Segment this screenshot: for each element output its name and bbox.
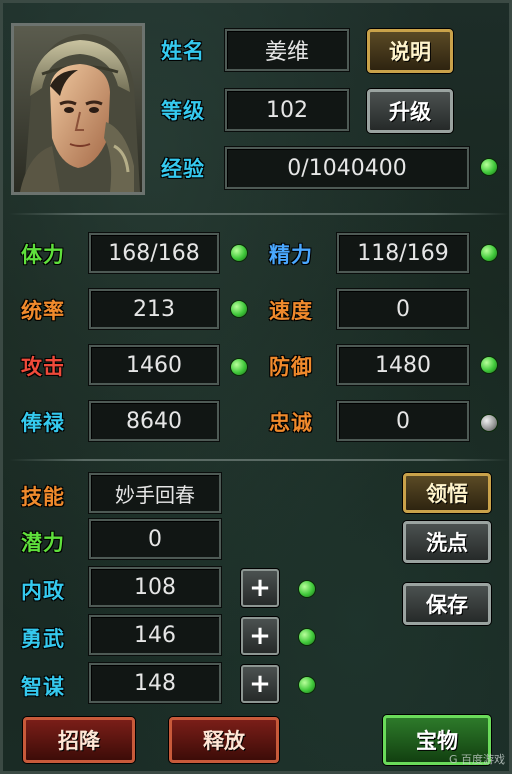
name-label: 姓名 bbox=[161, 39, 205, 63]
command-label: 统率 bbox=[21, 299, 65, 323]
skill-label: 技能 bbox=[21, 485, 65, 509]
attack-value: 1460 bbox=[89, 345, 219, 385]
watermark: G 百度游戏 bbox=[449, 753, 506, 766]
spirit-label: 精力 bbox=[269, 243, 313, 267]
comprehend-button[interactable]: 领悟 bbox=[403, 473, 491, 513]
exp-value: 0/1040400 bbox=[225, 147, 469, 189]
defense-label: 防御 bbox=[269, 355, 313, 379]
info-button[interactable]: 说明 bbox=[367, 29, 453, 73]
wisdom-plus-button[interactable]: + bbox=[241, 665, 279, 703]
green-dot-icon[interactable] bbox=[231, 245, 247, 261]
green-dot-icon[interactable] bbox=[299, 581, 315, 597]
salary-value: 8640 bbox=[89, 401, 219, 441]
plus-icon: + bbox=[249, 669, 271, 699]
politics-label: 内政 bbox=[21, 579, 65, 603]
command-value: 213 bbox=[89, 289, 219, 329]
wisdom-value: 148 bbox=[89, 663, 221, 703]
attack-label: 攻击 bbox=[21, 355, 65, 379]
loyalty-value: 0 bbox=[337, 401, 469, 441]
green-dot-icon[interactable] bbox=[481, 159, 497, 175]
level-label: 等级 bbox=[161, 99, 205, 123]
valor-label: 勇武 bbox=[21, 627, 65, 651]
release-button[interactable]: 释放 bbox=[169, 717, 279, 763]
stamina-value: 168/168 bbox=[89, 233, 219, 273]
loyalty-label: 忠诚 bbox=[269, 411, 313, 435]
plus-icon: + bbox=[249, 621, 271, 651]
level-value: 102 bbox=[225, 89, 349, 131]
levelup-button[interactable]: 升级 bbox=[367, 89, 453, 133]
defense-value: 1480 bbox=[337, 345, 469, 385]
valor-value: 146 bbox=[89, 615, 221, 655]
exp-label: 经验 bbox=[161, 157, 205, 181]
green-dot-icon[interactable] bbox=[299, 629, 315, 645]
green-dot-icon[interactable] bbox=[481, 245, 497, 261]
separator-bottom bbox=[9, 459, 509, 461]
grey-dot-icon bbox=[481, 415, 497, 431]
save-button[interactable]: 保存 bbox=[403, 583, 491, 625]
speed-label: 速度 bbox=[269, 299, 313, 323]
stamina-label: 体力 bbox=[21, 243, 65, 267]
plus-icon: + bbox=[249, 573, 271, 603]
politics-plus-button[interactable]: + bbox=[241, 569, 279, 607]
reset-points-button[interactable]: 洗点 bbox=[403, 521, 491, 563]
green-dot-icon[interactable] bbox=[481, 357, 497, 373]
salary-label: 俸禄 bbox=[21, 411, 65, 435]
general-portrait bbox=[11, 23, 145, 195]
name-value: 姜维 bbox=[225, 29, 349, 71]
green-dot-icon[interactable] bbox=[231, 301, 247, 317]
green-dot-icon[interactable] bbox=[231, 359, 247, 375]
wisdom-label: 智谋 bbox=[21, 675, 65, 699]
speed-value: 0 bbox=[337, 289, 469, 329]
potential-value: 0 bbox=[89, 519, 221, 559]
portrait-image bbox=[14, 26, 142, 192]
general-info-panel: 姓名 姜维 说明 等级 102 升级 经验 0/1040400 体力 168/1… bbox=[0, 0, 512, 774]
skill-value: 妙手回春 bbox=[89, 473, 221, 513]
politics-value: 108 bbox=[89, 567, 221, 607]
spirit-value: 118/169 bbox=[337, 233, 469, 273]
separator-top bbox=[9, 213, 509, 215]
potential-label: 潜力 bbox=[21, 531, 65, 555]
recruit-button[interactable]: 招降 bbox=[23, 717, 135, 763]
green-dot-icon[interactable] bbox=[299, 677, 315, 693]
valor-plus-button[interactable]: + bbox=[241, 617, 279, 655]
